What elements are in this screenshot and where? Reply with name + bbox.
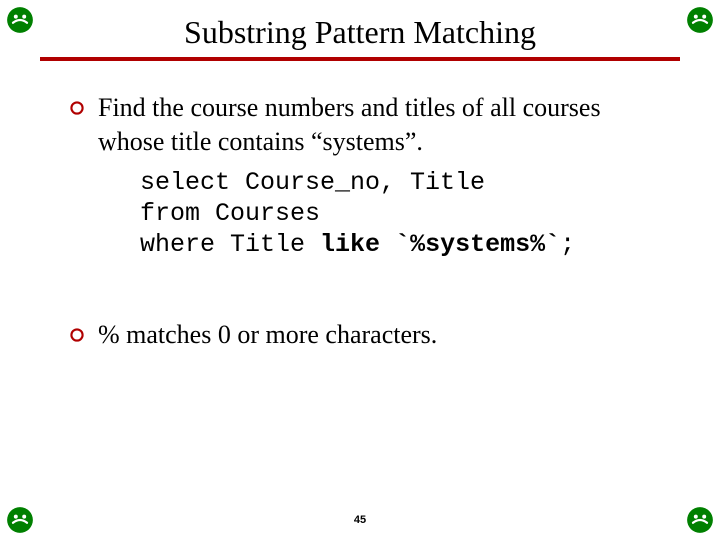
code-block: select Course_no, Title from Courses whe…: [140, 167, 670, 261]
slide-title: Substring Pattern Matching: [184, 14, 536, 57]
code-line: where Title: [140, 230, 320, 259]
slide-body: Find the course numbers and titles of al…: [0, 61, 720, 352]
corner-decoration-icon: [686, 6, 714, 34]
bullet-text: Find the course numbers and titles of al…: [98, 91, 670, 159]
bullet-item: Find the course numbers and titles of al…: [70, 91, 670, 159]
code-line: from Courses: [140, 199, 320, 228]
code-pattern: `%systems%`: [395, 230, 560, 259]
code-text: ;: [560, 230, 575, 259]
bullet-text: % matches 0 or more characters.: [98, 318, 437, 352]
code-keyword: like: [320, 230, 380, 259]
bullet-circle-icon: [70, 328, 84, 342]
bullet-item: % matches 0 or more characters.: [70, 318, 670, 352]
code-line: select Course_no, Title: [140, 168, 485, 197]
page-number: 45: [0, 514, 720, 526]
corner-decoration-icon: [6, 6, 34, 34]
bullet-circle-icon: [70, 101, 84, 115]
slide-header: Substring Pattern Matching: [0, 0, 720, 61]
code-text: [380, 230, 395, 259]
